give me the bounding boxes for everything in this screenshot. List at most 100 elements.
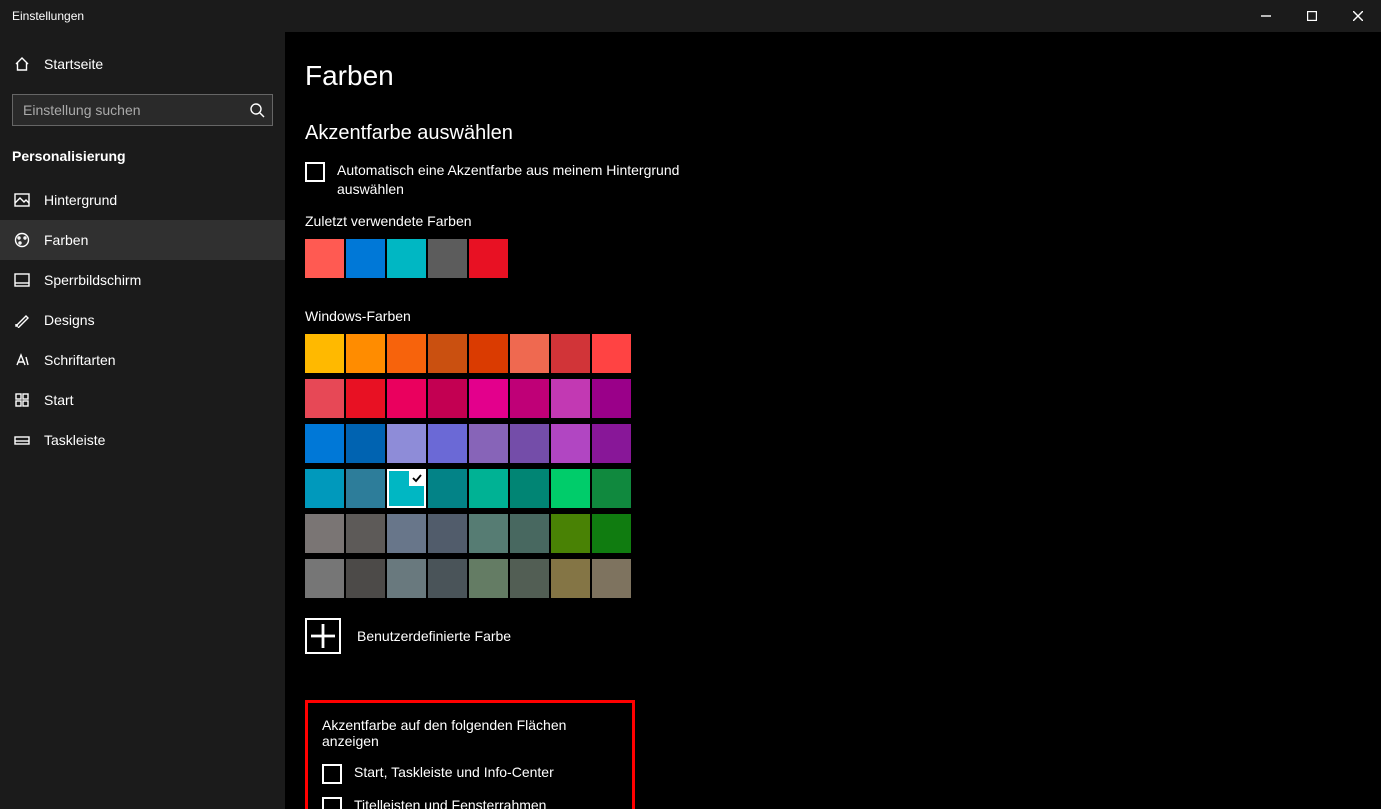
color-swatch[interactable]	[305, 334, 344, 373]
minimize-button[interactable]	[1243, 0, 1289, 32]
sidebar-item-label: Farben	[44, 232, 88, 248]
color-swatch[interactable]	[592, 424, 631, 463]
accent-surfaces-title: Akzentfarbe auf den folgenden Flächen an…	[322, 717, 618, 749]
color-swatch[interactable]	[551, 424, 590, 463]
color-swatch[interactable]	[551, 514, 590, 553]
designs-icon	[14, 312, 30, 328]
taskbar-icon	[14, 432, 30, 448]
auto-accent-label: Automatisch eine Akzentfarbe aus meinem …	[337, 161, 697, 199]
color-swatch[interactable]	[469, 379, 508, 418]
color-swatch[interactable]	[305, 469, 344, 508]
color-swatch[interactable]	[592, 379, 631, 418]
color-swatch[interactable]	[428, 469, 467, 508]
sidebar-item-label: Designs	[44, 312, 95, 328]
sidebar-item-start[interactable]: Start	[0, 380, 285, 420]
color-swatch[interactable]	[592, 514, 631, 553]
surfaces-option2-checkbox[interactable]	[322, 797, 342, 809]
sidebar-home-label: Startseite	[44, 56, 103, 72]
color-swatch[interactable]	[305, 514, 344, 553]
sidebar-item-sperrbildschirm[interactable]: Sperrbildschirm	[0, 260, 285, 300]
color-swatch[interactable]	[428, 424, 467, 463]
color-swatch[interactable]	[551, 559, 590, 598]
color-swatch[interactable]	[346, 514, 385, 553]
sidebar-item-designs[interactable]: Designs	[0, 300, 285, 340]
color-swatch[interactable]	[346, 379, 385, 418]
sidebar-category: Personalisierung	[0, 144, 285, 180]
color-swatch[interactable]	[346, 559, 385, 598]
color-swatch[interactable]	[387, 514, 426, 553]
sidebar-item-taskleiste[interactable]: Taskleiste	[0, 420, 285, 460]
color-swatch[interactable]	[387, 469, 426, 508]
recent-colors-row	[305, 239, 1185, 278]
color-swatch[interactable]	[428, 239, 467, 278]
color-swatch[interactable]	[346, 334, 385, 373]
search-input[interactable]	[13, 102, 242, 118]
picture-icon	[14, 192, 30, 208]
color-swatch[interactable]	[387, 334, 426, 373]
sidebar-item-label: Sperrbildschirm	[44, 272, 141, 288]
color-swatch[interactable]	[346, 469, 385, 508]
color-swatch[interactable]	[469, 559, 508, 598]
lock-screen-icon	[14, 272, 30, 288]
color-swatch[interactable]	[510, 559, 549, 598]
titlebar: Einstellungen	[0, 0, 1381, 32]
color-swatch[interactable]	[469, 469, 508, 508]
custom-color-row[interactable]: Benutzerdefinierte Farbe	[305, 618, 1185, 654]
recent-colors-label: Zuletzt verwendete Farben	[305, 213, 1185, 229]
search-icon	[242, 102, 272, 118]
accent-section-title: Akzentfarbe auswählen	[305, 122, 1185, 145]
color-swatch[interactable]	[428, 559, 467, 598]
color-swatch[interactable]	[387, 559, 426, 598]
custom-color-button[interactable]	[305, 618, 341, 654]
maximize-button[interactable]	[1289, 0, 1335, 32]
color-swatch[interactable]	[551, 379, 590, 418]
sidebar-home[interactable]: Startseite	[0, 46, 285, 82]
sidebar-item-hintergrund[interactable]: Hintergrund	[0, 180, 285, 220]
sidebar-item-label: Schriftarten	[44, 352, 116, 368]
sidebar-item-schriftarten[interactable]: Schriftarten	[0, 340, 285, 380]
color-swatch[interactable]	[428, 334, 467, 373]
search-box[interactable]	[12, 94, 273, 126]
auto-accent-checkbox[interactable]	[305, 162, 325, 182]
fonts-icon	[14, 352, 30, 368]
window-title: Einstellungen	[12, 9, 84, 23]
windows-color-grid	[305, 334, 1185, 598]
color-swatch[interactable]	[592, 469, 631, 508]
color-swatch[interactable]	[469, 334, 508, 373]
sidebar-item-label: Hintergrund	[44, 192, 117, 208]
color-swatch[interactable]	[346, 424, 385, 463]
auto-accent-checkbox-row[interactable]: Automatisch eine Akzentfarbe aus meinem …	[305, 161, 1185, 199]
sidebar: Startseite Personalisierung Hintergrund F…	[0, 32, 285, 809]
color-swatch[interactable]	[469, 424, 508, 463]
color-swatch[interactable]	[305, 559, 344, 598]
close-button[interactable]	[1335, 0, 1381, 32]
color-swatch[interactable]	[387, 379, 426, 418]
surfaces-option2-row[interactable]: Titelleisten und Fensterrahmen	[322, 796, 618, 809]
color-swatch[interactable]	[305, 424, 344, 463]
color-swatch[interactable]	[592, 559, 631, 598]
color-swatch[interactable]	[469, 239, 508, 278]
page-title: Farben	[305, 60, 1185, 92]
color-swatch[interactable]	[428, 379, 467, 418]
surfaces-option1-row[interactable]: Start, Taskleiste und Info-Center	[322, 763, 618, 784]
color-swatch[interactable]	[469, 514, 508, 553]
surfaces-option1-checkbox[interactable]	[322, 764, 342, 784]
color-swatch[interactable]	[592, 334, 631, 373]
palette-icon	[14, 232, 30, 248]
color-swatch[interactable]	[551, 334, 590, 373]
main-content: Farben Akzentfarbe auswählen Automatisch…	[285, 32, 1381, 809]
color-swatch[interactable]	[510, 424, 549, 463]
color-swatch[interactable]	[346, 239, 385, 278]
check-icon	[409, 470, 425, 486]
color-swatch[interactable]	[305, 379, 344, 418]
sidebar-item-farben[interactable]: Farben	[0, 220, 285, 260]
color-swatch[interactable]	[387, 239, 426, 278]
color-swatch[interactable]	[510, 469, 549, 508]
color-swatch[interactable]	[551, 469, 590, 508]
color-swatch[interactable]	[510, 379, 549, 418]
color-swatch[interactable]	[510, 334, 549, 373]
color-swatch[interactable]	[387, 424, 426, 463]
color-swatch[interactable]	[510, 514, 549, 553]
color-swatch[interactable]	[428, 514, 467, 553]
color-swatch[interactable]	[305, 239, 344, 278]
